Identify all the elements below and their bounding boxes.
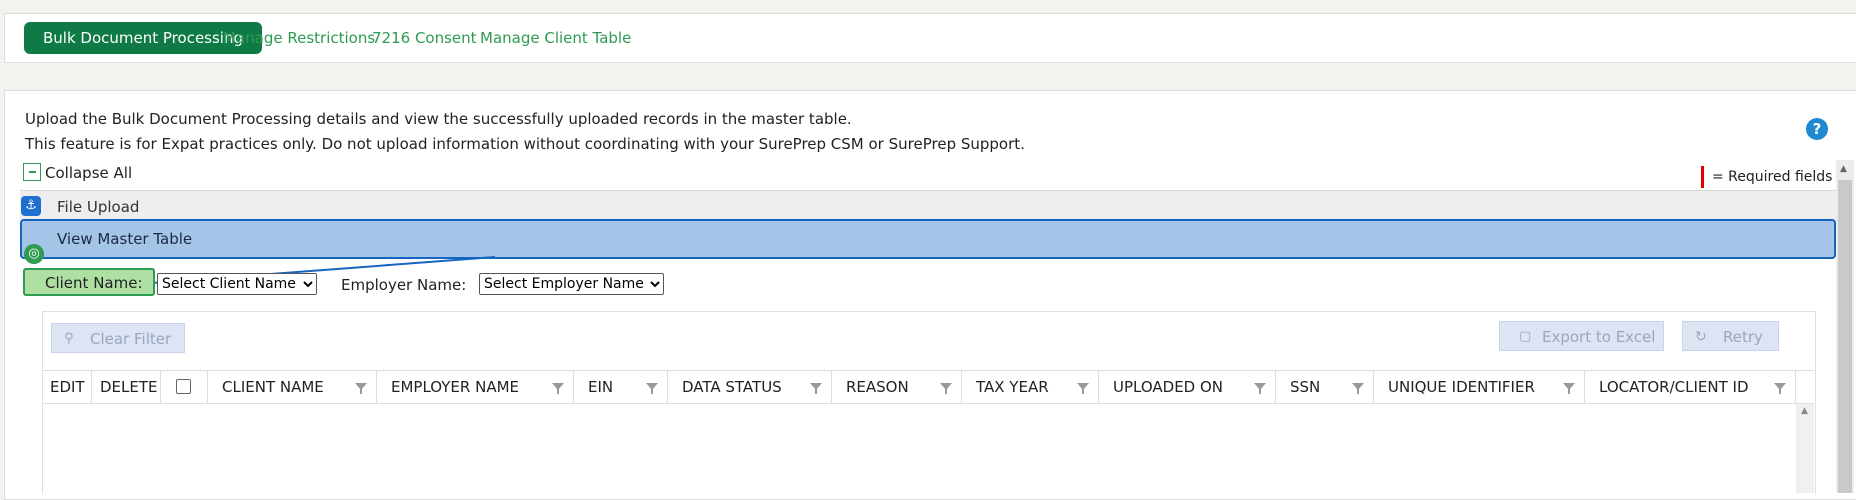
reason-header-label: REASON xyxy=(846,378,909,396)
filter-funnel-icon[interactable] xyxy=(1254,383,1266,394)
clear-filter-label: Clear Filter xyxy=(90,330,172,348)
column-header-reason[interactable]: REASON xyxy=(832,371,962,403)
clear-filter-button[interactable]: ⚲ Clear Filter xyxy=(51,323,185,353)
grid-scroll-up-icon[interactable]: ▲ xyxy=(1801,406,1808,416)
export-label: Export to Excel xyxy=(1542,328,1656,346)
unique-identifier-header-label: UNIQUE IDENTIFIER xyxy=(1388,378,1535,396)
column-header-uploaded-on[interactable]: UPLOADED ON xyxy=(1099,371,1276,403)
select-all-checkbox[interactable] xyxy=(176,379,191,394)
employer-name-select[interactable]: Select Employer Name xyxy=(479,273,664,295)
filter-funnel-icon[interactable] xyxy=(940,383,952,394)
filter-funnel-icon[interactable] xyxy=(1352,383,1364,394)
uploaded-on-header-label: UPLOADED ON xyxy=(1113,378,1224,396)
column-header-tax-year[interactable]: TAX YEAR xyxy=(962,371,1099,403)
data-status-header-label: DATA STATUS xyxy=(682,378,782,396)
retry-icon: ↻ xyxy=(1695,329,1707,345)
clear-filter-icon: ⚲ xyxy=(64,331,74,346)
column-header-unique-identifier[interactable]: UNIQUE IDENTIFIER xyxy=(1374,371,1585,403)
collapse-all-label: Collapse All xyxy=(45,164,133,182)
filter-funnel-icon[interactable] xyxy=(1077,383,1089,394)
column-header-ssn[interactable]: SSN xyxy=(1276,371,1374,403)
client-name-header-label: CLIENT NAME xyxy=(222,378,324,396)
tab-manage-client-table[interactable]: Manage Client Table xyxy=(480,22,631,54)
client-name-label: Client Name: xyxy=(23,268,155,296)
filter-funnel-icon[interactable] xyxy=(646,383,658,394)
accordion-view-master-table[interactable]: View Master Table xyxy=(20,219,1836,259)
ssn-header-label: SSN xyxy=(1290,378,1321,396)
ein-header-label: EIN xyxy=(588,378,614,396)
column-header-locator-client-id[interactable]: LOCATOR/CLIENT ID xyxy=(1585,371,1796,403)
column-header-employer-name[interactable]: EMPLOYER NAME xyxy=(377,371,574,403)
column-header-edit: EDIT xyxy=(42,371,92,403)
scrollbar-thumb[interactable] xyxy=(1838,180,1852,493)
help-icon[interactable]: ? xyxy=(1806,118,1828,140)
column-header-ein[interactable]: EIN xyxy=(574,371,668,403)
top-tab-bar: Bulk Document Processing Manage Restrict… xyxy=(4,13,1856,63)
required-fields-note: = Required fields xyxy=(1701,166,1832,188)
anchor-icon: ⚓ xyxy=(21,196,41,216)
export-to-excel-button[interactable]: ▢ Export to Excel xyxy=(1499,321,1664,351)
table-header-row: EDIT DELETE CLIENT NAME EMPLOYER NAME EI… xyxy=(42,370,1814,404)
filter-funnel-icon[interactable] xyxy=(1774,383,1786,394)
tab-manage-restrictions[interactable]: Manage Restrictions xyxy=(223,22,375,54)
collapse-all-button[interactable]: Collapse All xyxy=(23,163,132,182)
file-upload-label: File Upload xyxy=(57,198,140,216)
tax-year-header-label: TAX YEAR xyxy=(976,378,1049,396)
retry-label: Retry xyxy=(1723,328,1763,346)
column-header-data-status[interactable]: DATA STATUS xyxy=(668,371,832,403)
locator-client-id-header-label: LOCATOR/CLIENT ID xyxy=(1599,378,1749,396)
collapse-icon xyxy=(23,163,41,181)
filter-funnel-icon[interactable] xyxy=(355,383,367,394)
intro-text-line-1: Upload the Bulk Document Processing deta… xyxy=(25,110,852,128)
column-header-client-name[interactable]: CLIENT NAME xyxy=(208,371,377,403)
filter-funnel-icon[interactable] xyxy=(810,383,822,394)
employer-name-label: Employer Name: xyxy=(341,276,467,294)
filter-funnel-icon[interactable] xyxy=(552,383,564,394)
client-name-select[interactable]: Select Client Name xyxy=(157,273,317,295)
view-master-table-label: View Master Table xyxy=(57,230,193,248)
employer-name-header-label: EMPLOYER NAME xyxy=(391,378,520,396)
intro-text-line-2: This feature is for Expat practices only… xyxy=(25,135,1025,153)
filter-funnel-icon[interactable] xyxy=(1563,383,1575,394)
tab-7216-consent[interactable]: 7216 Consent xyxy=(372,22,477,54)
export-icon: ▢ xyxy=(1519,329,1532,344)
column-header-select-all xyxy=(161,371,208,403)
page-scrollbar[interactable]: ▲ xyxy=(1836,160,1854,493)
grid-scrollbar[interactable]: ▲ xyxy=(1796,404,1814,493)
target-icon: ◎ xyxy=(24,244,44,264)
scroll-up-arrow-icon[interactable]: ▲ xyxy=(1840,164,1847,174)
retry-button[interactable]: ↻ Retry xyxy=(1682,321,1779,351)
column-header-delete: DELETE xyxy=(92,371,161,403)
